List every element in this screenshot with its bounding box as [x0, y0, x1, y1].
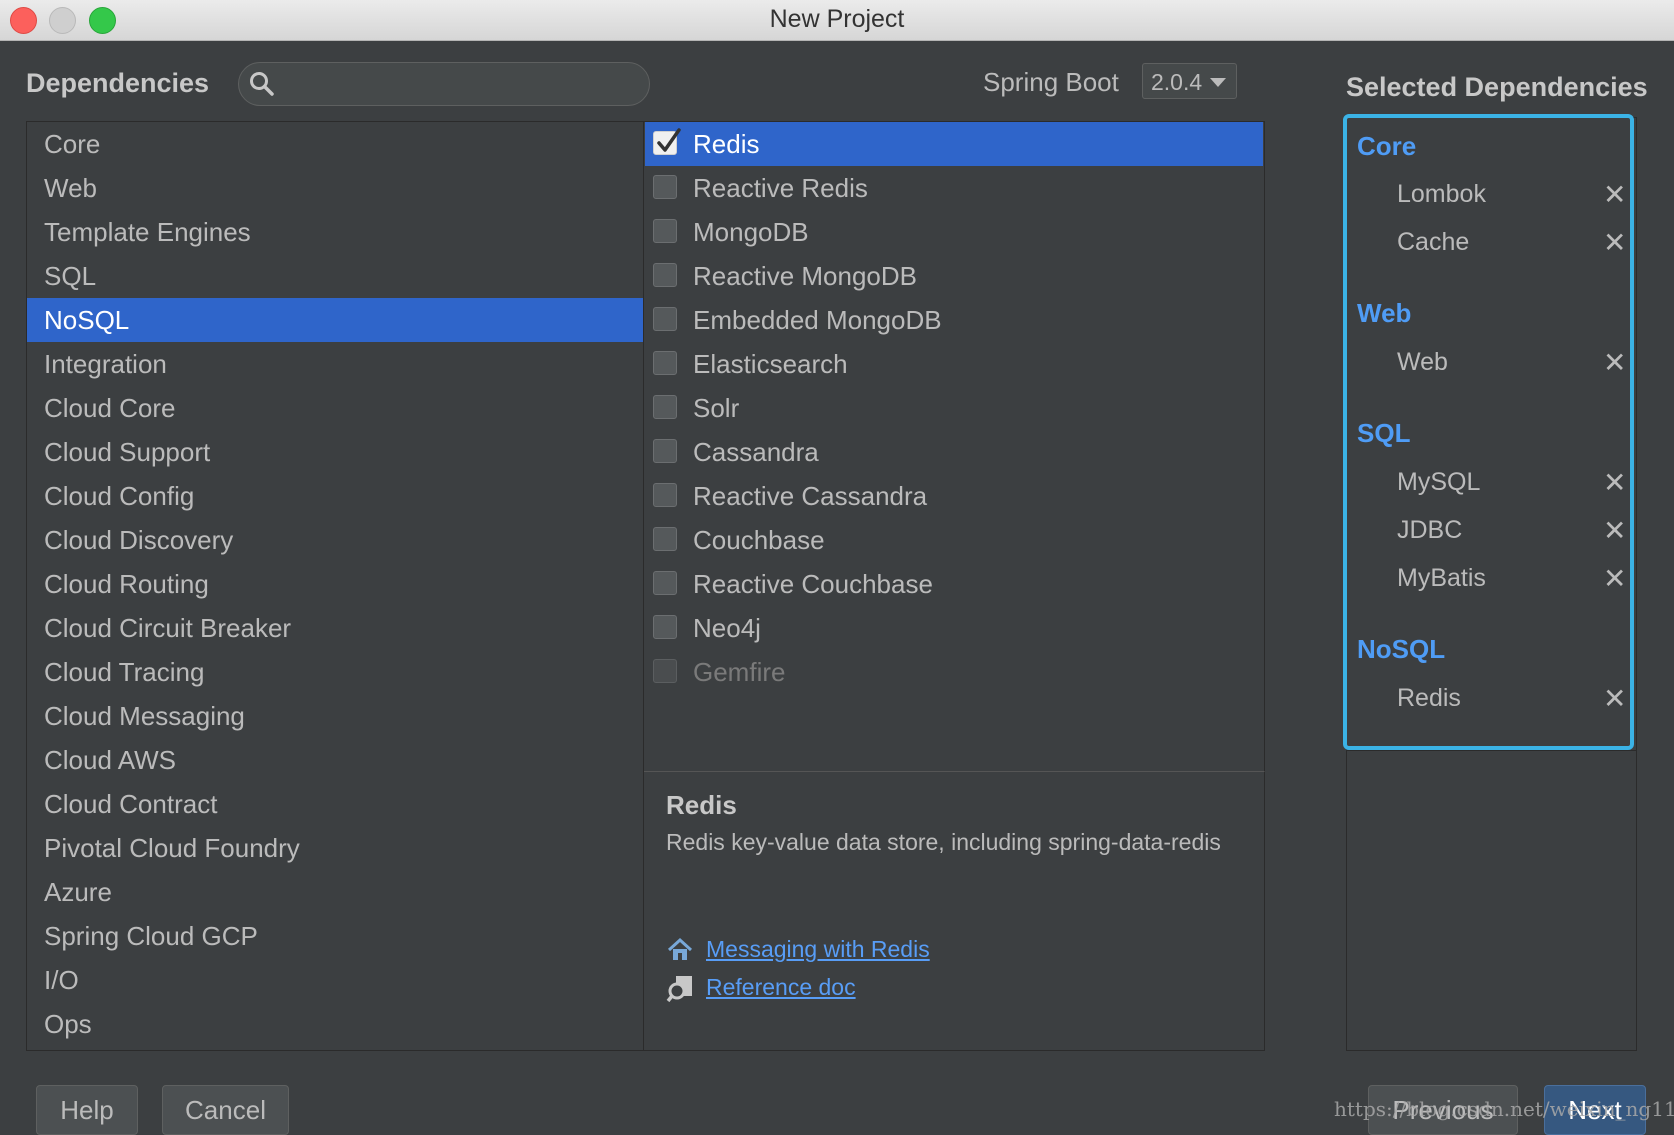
category-item[interactable]: Cloud AWS [27, 738, 643, 782]
category-item[interactable]: Cloud Support [27, 430, 643, 474]
dependency-item[interactable]: Redis [645, 122, 1263, 166]
dependency-checkbox[interactable] [653, 351, 677, 375]
category-item[interactable]: I/O [27, 958, 643, 1002]
dependency-label: Couchbase [693, 525, 825, 555]
dependency-checkbox[interactable] [653, 307, 677, 331]
dependency-checkbox[interactable] [653, 263, 677, 287]
dependency-item[interactable]: Neo4j [645, 606, 1263, 650]
dependency-list[interactable]: Redis Reactive Redis MongoDB Reactive Mongo… [644, 121, 1265, 771]
selected-dependencies-empty-area [1346, 751, 1637, 1051]
dependency-item[interactable]: Cassandra [645, 430, 1263, 474]
dependency-item[interactable]: Reactive MongoDB [645, 254, 1263, 298]
category-item[interactable]: SQL [27, 254, 643, 298]
description-panel: Redis Redis key-value data store, includ… [644, 771, 1265, 1051]
dependency-label: Elasticsearch [693, 349, 848, 379]
category-item[interactable]: Spring Cloud GCP [27, 914, 643, 958]
chevron-down-icon [1210, 78, 1226, 87]
dependency-checkbox[interactable] [653, 439, 677, 463]
dependency-label: Redis [693, 129, 760, 159]
category-item[interactable]: Cloud Messaging [27, 694, 643, 738]
spring-boot-version-select[interactable]: 2.0.4 [1142, 63, 1237, 99]
reference-doc-link[interactable]: Reference doc [706, 974, 856, 1001]
window-title: New Project [769, 5, 905, 33]
category-item[interactable]: Cloud Discovery [27, 518, 643, 562]
dependency-item[interactable]: Reactive Couchbase [645, 562, 1263, 606]
search-icon [250, 72, 274, 96]
search-input[interactable] [238, 62, 650, 106]
help-button[interactable]: Help [36, 1085, 138, 1135]
dependency-checkbox[interactable] [653, 615, 677, 639]
dependency-label: Reactive MongoDB [693, 261, 917, 291]
category-item[interactable]: Cloud Config [27, 474, 643, 518]
dependency-checkbox[interactable] [653, 659, 677, 683]
dependency-item[interactable]: Couchbase [645, 518, 1263, 562]
dependency-label: Embedded MongoDB [693, 305, 942, 335]
category-item[interactable]: Integration [27, 342, 643, 386]
category-item[interactable]: Cloud Circuit Breaker [27, 606, 643, 650]
dependency-checkbox[interactable] [653, 128, 681, 155]
category-item[interactable]: Ops [27, 1002, 643, 1046]
messaging-with-redis-link[interactable]: Messaging with Redis [706, 936, 930, 963]
dependency-label: Cassandra [693, 437, 819, 467]
dependency-item[interactable]: Reactive Redis [645, 166, 1263, 210]
dependency-item[interactable]: Embedded MongoDB [645, 298, 1263, 342]
cancel-button[interactable]: Cancel [162, 1085, 289, 1135]
dependency-checkbox[interactable] [653, 483, 677, 507]
dependency-label: Reactive Cassandra [693, 481, 928, 511]
category-item[interactable]: Web [27, 166, 643, 210]
dependency-checkbox[interactable] [653, 175, 677, 199]
dependency-item[interactable]: Elasticsearch [645, 342, 1263, 386]
title-bar: New Project [0, 0, 1674, 41]
home-icon [667, 937, 693, 960]
watermark: https://blog.csdn.net/weixin_ng111 [1334, 1097, 1674, 1121]
dependency-label: Reactive Couchbase [693, 569, 933, 599]
magnifier-doc-icon [666, 976, 692, 1003]
spring-boot-version-value: 2.0.4 [1151, 69, 1203, 95]
category-item[interactable]: Template Engines [27, 210, 643, 254]
category-item[interactable]: Cloud Core [27, 386, 643, 430]
spring-boot-label: Spring Boot [983, 67, 1119, 97]
dependency-checkbox[interactable] [653, 219, 677, 243]
category-item[interactable]: Cloud Tracing [27, 650, 643, 694]
category-item[interactable]: Pivotal Cloud Foundry [27, 826, 643, 870]
dependencies-label: Dependencies [26, 68, 210, 98]
description-title: Redis [666, 790, 737, 820]
dependency-label: Reactive Redis [693, 173, 868, 203]
dependency-checkbox[interactable] [653, 395, 677, 419]
description-text: Redis key-value data store, including sp… [666, 829, 1221, 855]
dependency-label: Solr [693, 393, 740, 423]
category-item[interactable]: Core [27, 122, 643, 166]
checkmark-icon [657, 128, 681, 152]
category-item[interactable]: Cloud Routing [27, 562, 643, 606]
category-list[interactable]: Core Web Template Engines SQL NoSQL Integrati… [26, 121, 644, 1051]
dependency-label: Gemfire [693, 657, 786, 687]
dependency-checkbox[interactable] [653, 527, 677, 551]
dependency-item[interactable]: MongoDB [645, 210, 1263, 254]
dependency-item[interactable]: Gemfire [645, 650, 1263, 694]
selection-highlight-frame [1343, 114, 1634, 750]
category-item[interactable]: Azure [27, 870, 643, 914]
selected-dependencies-title: Selected Dependencies [1346, 72, 1648, 102]
category-item[interactable]: Cloud Contract [27, 782, 643, 826]
dependency-checkbox[interactable] [653, 571, 677, 595]
dependency-label: Neo4j [693, 613, 761, 643]
dependency-item[interactable]: Reactive Cassandra [645, 474, 1263, 518]
category-item[interactable]: NoSQL [27, 298, 643, 342]
dependency-item[interactable]: Solr [645, 386, 1263, 430]
dependency-label: MongoDB [693, 217, 809, 247]
